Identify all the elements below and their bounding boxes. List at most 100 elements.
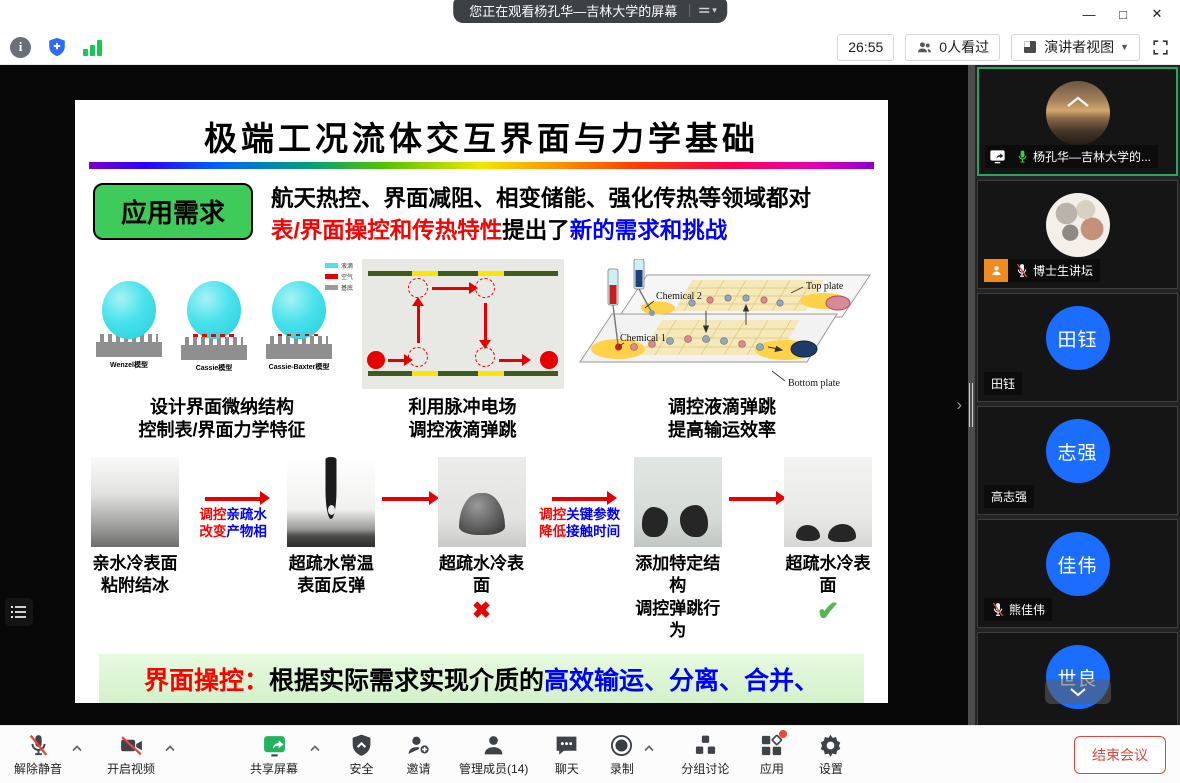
name-bar: 杨孔华—吉林大学的... [985,145,1158,168]
demand-line1: 航天热控、界面减阻、相变储能、强化传热等领域都对 [271,186,811,211]
viewers-button[interactable]: 0人看过 [905,34,1000,61]
sidebar-resize-divider[interactable] [968,65,975,725]
participants-sidebar: 杨孔华—吉林大学的... 博士生讲坛 田钰 田钰 [975,65,1180,725]
wenzel-model: Wenzel模型 [93,281,165,373]
titlebar: 您正在观看杨孔华—吉林大学的屏幕 ▾ — □ ✕ [0,0,1180,30]
figure1-caption: 设计界面微纳结构控制表/界面力学特征 [138,396,305,443]
figure-wetting-models: 液滴 空气 基底 Wenzel模型 [91,259,353,443]
demand-line2-red: 表/界面操控和传热特性 [271,218,502,243]
mic-on-icon [1016,149,1029,164]
wetting-models-image: 液滴 空气 基底 Wenzel模型 [91,259,353,389]
banner-divider [689,4,690,17]
topbar-right-controls: 26:55 0人看过 演讲者视图 ▼ [837,34,1170,61]
chat-button[interactable]: 聊天 [554,733,579,777]
record-icon [609,733,634,758]
end-meeting-button[interactable]: 结束会议 [1074,736,1166,774]
participant-name: 高志强 [991,488,1027,505]
demand-line2-blue: 新的需求和挑战 [570,218,728,243]
mic-muted-icon [26,733,51,758]
settings-button[interactable]: 设置 [818,733,843,777]
droplet-shape [272,281,326,339]
camera-button[interactable]: 开启视频 [107,733,155,777]
participant-name: 杨孔华—吉林大学的... [1033,148,1151,165]
share-screen-button[interactable]: 共享屏幕 [250,733,298,777]
summary-box: 界面操控：根据实际需求实现介质的高效输运、分离、合并、 弹跳和热质传递 [99,654,864,703]
drag-handle[interactable] [969,383,973,427]
view-mode-button[interactable]: 演讲者视图 ▼ [1011,34,1140,61]
maximize-button[interactable]: □ [1106,7,1140,22]
members-button[interactable]: 管理成员(14) [459,733,528,777]
watching-banner[interactable]: 您正在观看杨孔华—吉林大学的屏幕 ▾ [453,0,727,23]
cold-superhydrophobic-image [438,457,526,547]
cross-mark-icon: ✖ [436,598,528,622]
demand-badge: 应用需求 [93,183,253,240]
slide-title: 极端工况流体交互界面与力学基础 [75,100,888,158]
breakout-button[interactable]: 分组讨论 [681,733,729,777]
chevron-up-icon[interactable] [71,744,83,752]
security-button[interactable]: 安全 [349,733,374,777]
shield-icon [349,733,374,758]
cassie-model: Cassie模型 [178,281,250,373]
record-button[interactable]: 录制 [609,733,634,777]
host-badge-icon [984,259,1008,282]
window-controls: — □ ✕ [1072,0,1174,28]
invite-button[interactable]: 邀请 [406,733,431,777]
figure3-caption: 调控液滴弹跳提高输运效率 [668,396,776,443]
check-mark-icon: ✔ [782,598,874,625]
chat-bubble-icon [554,733,579,758]
meeting-info-icon[interactable]: i [10,37,31,58]
shared-screen-stage: 极端工况流体交互界面与力学基础 应用需求 航天热控、界面减阻、相变储能、强化传热… [0,65,975,725]
red-arrow-icon [552,497,608,501]
chevron-down-icon: ▾ [712,5,717,16]
avatar: 田钰 [1046,306,1110,370]
chevron-down-icon: ▼ [1120,42,1129,52]
fullscreen-icon[interactable] [1151,38,1170,57]
camera-muted-icon [119,733,144,758]
watching-banner-text: 您正在观看杨孔华—吉林大学的屏幕 [469,1,677,20]
viewers-count: 0人看过 [939,37,989,57]
participant-name: 田钰 [991,375,1015,392]
flow-step-1: 亲水冷表面粘附结冰 [89,457,181,598]
mute-button[interactable]: 解除静音 [14,733,62,777]
minimize-button[interactable]: — [1072,7,1106,22]
red-arrow-icon [205,497,261,501]
avatar [1046,81,1110,145]
participant-tile[interactable]: 世良 [977,632,1178,725]
bottom-toolbar: 解除静音 开启视频 共享屏幕 安全 邀请 管理成员(14) 聊天 [0,725,1180,783]
demand-text: 航天热控、界面减阻、相变储能、强化传热等领域都对 表/界面操控和传热特性提出了新… [271,183,811,247]
chemical2-label: Chemical 2 [656,291,702,302]
meeting-window: 您正在观看杨孔华—吉林大学的屏幕 ▾ — □ ✕ i 26:55 0人看过 [0,0,1180,783]
annotation-list-icon[interactable] [5,598,33,626]
chevron-up-icon[interactable] [1065,95,1091,113]
participant-tile[interactable]: 田钰 田钰 [977,293,1178,402]
chevron-up-icon[interactable] [164,744,176,752]
collapse-panel-chevron[interactable]: › [956,395,962,415]
participant-tile[interactable]: 佳伟 熊佳伟 [977,519,1178,628]
avatar: 志强 [1046,419,1110,483]
screen-share-icon [985,145,1009,168]
avatar: 佳伟 [1046,532,1110,596]
close-button[interactable]: ✕ [1140,6,1174,22]
structured-surface-image [634,457,722,547]
chevron-down-icon[interactable] [1045,679,1111,704]
flow-arrow-2: 调控关键参数 降低接触时间 [533,457,627,541]
banner-menu-icon[interactable]: ▾ [698,5,717,16]
top-toolbar: i 26:55 0人看过 演讲者视图 ▼ [0,30,1180,65]
participant-tile[interactable]: 志强 高志强 [977,406,1178,515]
participant-tile-speaker[interactable]: 杨孔华—吉林大学的... [977,67,1178,176]
avatar [1046,193,1110,257]
security-shield-icon[interactable] [46,36,68,58]
topbar-left-icons: i [10,36,102,58]
chevron-up-icon[interactable] [309,744,321,752]
share-screen-icon [262,733,287,758]
view-mode-label: 演讲者视图 [1044,37,1114,57]
network-signal-icon[interactable] [83,39,102,56]
pulse-field-image [362,259,564,389]
timer-value: 26:55 [848,39,883,55]
flow-arrow-1: 调控亲疏水 改变产物相 [186,457,280,541]
invite-person-icon [406,733,431,758]
bouncing-droplets-image [784,457,872,547]
chevron-up-icon[interactable] [643,744,655,752]
participant-tile[interactable]: 博士生讲坛 [977,180,1178,289]
apps-button[interactable]: 应用 [759,733,784,777]
